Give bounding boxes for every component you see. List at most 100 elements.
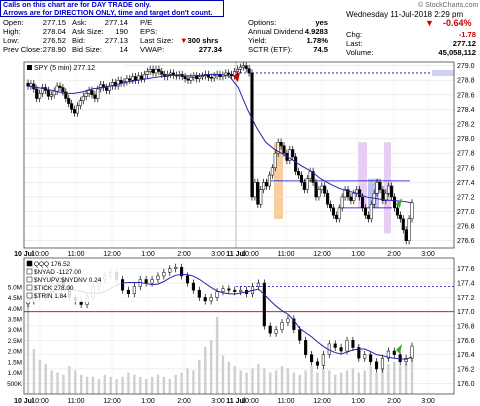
y-tick-label: 277.2 [457, 194, 475, 201]
candle-body [156, 275, 160, 280]
volume-bar [375, 372, 378, 394]
x-tick-label: 2:00 [387, 398, 401, 405]
candle-body [131, 76, 135, 81]
x-tick-label: 11:00 [278, 398, 295, 405]
x-tick-label: 1:00 [351, 398, 365, 405]
candle-body [340, 196, 344, 209]
y-tick-label: 279.0 [457, 63, 475, 70]
x-tick-label: 2:00 [387, 251, 401, 258]
volume-bar [156, 374, 160, 394]
candle-body [116, 79, 120, 87]
candle-body [304, 340, 308, 355]
candle-body [154, 69, 158, 74]
candle-body [286, 318, 290, 323]
candle-body [280, 322, 284, 330]
volume-bar [198, 359, 201, 394]
candle-body [49, 94, 53, 97]
volume-bar [233, 366, 236, 394]
volume-bar [74, 370, 77, 394]
candle-body [186, 78, 190, 81]
candle-body [38, 93, 42, 99]
candle-body [296, 171, 301, 176]
x-tick-label: 10:00 [241, 398, 259, 405]
candle-body [308, 171, 312, 179]
volume-bar [204, 346, 207, 394]
volume-tick-label: 1.0M [8, 370, 22, 377]
candle-body [209, 297, 213, 302]
right-tick-label: 177.2 [457, 295, 475, 302]
volume-bar [239, 370, 242, 394]
volume-bar [180, 372, 183, 394]
x-tick-label: 12:00 [313, 398, 331, 405]
volume-bar [345, 370, 349, 394]
volume-bar [310, 366, 313, 394]
candle-body [291, 149, 295, 158]
volume-bar [174, 374, 177, 394]
volume-bar [339, 372, 343, 394]
candle-body [203, 297, 207, 302]
candle-body [235, 69, 240, 72]
candle-body [310, 354, 314, 363]
volume-bar [186, 368, 189, 394]
candle-body [55, 85, 59, 92]
x-tick-label: 3:00 [421, 251, 435, 258]
candle-body [128, 78, 132, 81]
candle-body [125, 78, 129, 82]
volume-bar [162, 376, 166, 394]
candle-body [274, 329, 278, 334]
candle-body [96, 88, 100, 99]
volume-bar [115, 379, 118, 394]
volume-bar [209, 340, 213, 394]
candle-body [197, 289, 201, 298]
volume-bar [103, 374, 106, 394]
volume-bar [251, 368, 254, 394]
candle-body [270, 167, 274, 176]
volume-bar [363, 370, 366, 394]
x-tick-label: 2:00 [177, 251, 191, 258]
volume-bar [50, 370, 53, 394]
candle-body [29, 83, 33, 87]
volume-tick-label: 3.0M [8, 327, 22, 334]
x-tick-label: 1:00 [351, 251, 365, 258]
candle-body [253, 182, 257, 198]
candle-body [337, 207, 341, 220]
candle-body [410, 202, 414, 220]
candle-body [233, 289, 237, 292]
candle-body [366, 214, 370, 220]
right-tick-label: 177.0 [457, 309, 475, 316]
volume-bar [369, 366, 372, 394]
legend-swatch [26, 268, 33, 275]
volume-tick-label: 1.5M [8, 359, 22, 366]
legend-label: $TRIN 1.84 [34, 293, 67, 300]
volume-tick-label: 5.0M [8, 284, 22, 291]
candle-body [369, 203, 373, 220]
volume-bar [139, 376, 142, 394]
volume-bar [292, 372, 296, 394]
x-tick-label: 2:00 [177, 398, 191, 405]
candle-body [401, 218, 405, 231]
volume-bar [85, 376, 89, 394]
x-tick-label: 1:00 [141, 398, 155, 405]
x-tick-label: 11:00 [68, 251, 85, 258]
volume-bar [26, 304, 30, 394]
volume-bar [304, 370, 307, 394]
volume-bar [44, 364, 47, 394]
legend-label: $NYAD -1127.00 [34, 269, 82, 276]
legend-label: $NYUPV:$NYDNV 0.24 [34, 277, 102, 284]
volume-bar [269, 372, 272, 394]
volume-bar [245, 372, 248, 394]
candle-body [264, 182, 269, 187]
candle-body [160, 71, 164, 75]
candle-body [168, 72, 173, 75]
candle-body [104, 87, 109, 91]
candle-body [360, 196, 365, 209]
candle-body [268, 325, 272, 334]
candle-body [99, 84, 103, 90]
candle-body [241, 65, 245, 68]
candle-body [339, 347, 343, 352]
legend-swatch [26, 284, 33, 291]
candle-body [46, 90, 50, 97]
candle-body [239, 289, 243, 292]
right-tick-label: 176.4 [457, 352, 475, 359]
candle-body [72, 109, 77, 114]
